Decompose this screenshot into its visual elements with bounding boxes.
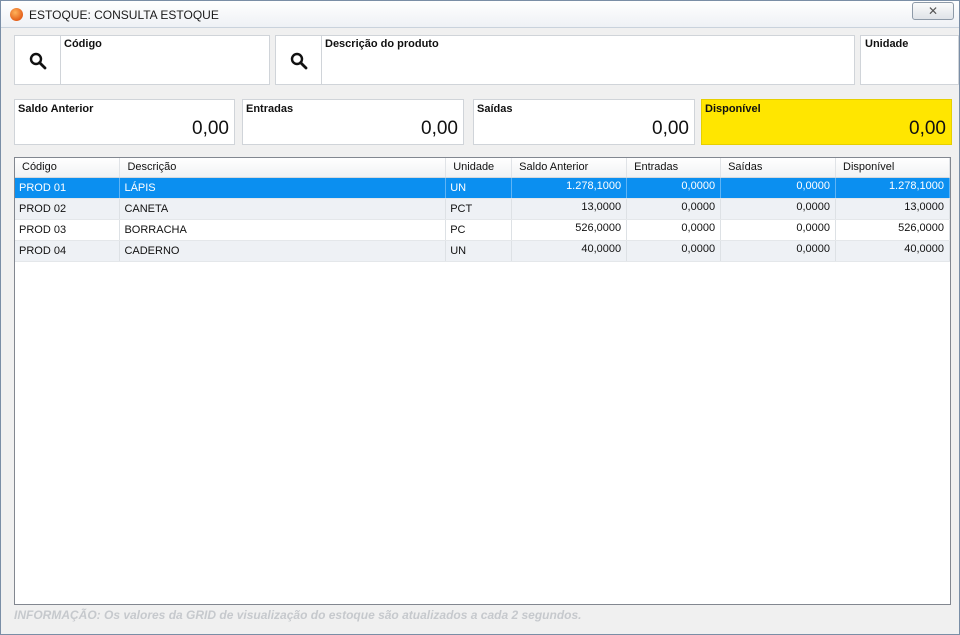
estoque-grid[interactable]: Código Descrição Unidade Saldo Anterior … <box>14 157 951 605</box>
column-header-codigo[interactable]: Código <box>15 158 121 178</box>
column-header-disponivel[interactable]: Disponível <box>835 158 950 178</box>
codigo-filter: Código <box>14 35 270 85</box>
cell-disponivel: 1.278,1000 <box>835 177 950 199</box>
close-button[interactable]: ✕ <box>912 2 954 20</box>
info-message: INFORMAÇÃO: Os valores da GRID de visual… <box>14 608 582 622</box>
cell-entradas: 0,0000 <box>626 177 722 199</box>
consulta-estoque-window: ESTOQUE: CONSULTA ESTOQUE ✕ Código Descr… <box>0 0 960 635</box>
descricao-label: Descrição do produto <box>325 38 439 50</box>
column-header-saidas[interactable]: Saídas <box>720 158 836 178</box>
unidade-input[interactable] <box>865 54 955 80</box>
entradas-summary: Entradas 0,00 <box>242 99 464 145</box>
cell-disponivel: 526,0000 <box>835 219 950 241</box>
cell-entradas: 0,0000 <box>626 219 722 241</box>
saldo-anterior-value: 0,00 <box>192 118 229 139</box>
cell-unidade: PCT <box>445 198 513 220</box>
saldo-anterior-label: Saldo Anterior <box>18 103 94 115</box>
entradas-value: 0,00 <box>421 118 458 139</box>
cell-disponivel: 40,0000 <box>835 240 950 262</box>
grid-header-row: Código Descrição Unidade Saldo Anterior … <box>15 158 950 178</box>
saidas-value: 0,00 <box>652 118 689 139</box>
cell-saldo-anterior: 1.278,1000 <box>511 177 628 199</box>
title-bar[interactable]: ESTOQUE: CONSULTA ESTOQUE ✕ <box>1 1 959 28</box>
estoque-table: Código Descrição Unidade Saldo Anterior … <box>15 158 950 262</box>
cell-descricao: CANETA <box>119 198 447 220</box>
disponivel-label: Disponível <box>705 103 761 115</box>
column-header-descricao[interactable]: Descrição <box>119 158 447 178</box>
unidade-label: Unidade <box>865 38 909 50</box>
cell-entradas: 0,0000 <box>626 198 722 220</box>
cell-codigo: PROD 04 <box>15 240 121 262</box>
cell-unidade: UN <box>445 240 513 262</box>
cell-descricao: LÁPIS <box>119 177 447 199</box>
cell-saldo-anterior: 13,0000 <box>511 198 628 220</box>
saidas-label: Saídas <box>477 103 513 115</box>
unidade-filter[interactable]: Unidade <box>860 35 959 85</box>
codigo-search-button[interactable] <box>15 36 61 84</box>
codigo-label: Código <box>64 38 102 50</box>
cell-codigo: PROD 03 <box>15 219 121 241</box>
saldo-anterior-summary: Saldo Anterior 0,00 <box>14 99 235 145</box>
window-title: ESTOQUE: CONSULTA ESTOQUE <box>29 8 219 22</box>
table-row[interactable]: PROD 02 CANETA PCT 13,0000 0,0000 0,0000… <box>15 198 950 220</box>
entradas-label: Entradas <box>246 103 294 115</box>
cell-disponivel: 13,0000 <box>835 198 950 220</box>
cell-codigo: PROD 02 <box>15 198 121 220</box>
search-icon <box>29 52 47 70</box>
close-icon: ✕ <box>927 4 939 18</box>
cell-codigo: PROD 01 <box>15 177 121 199</box>
app-icon <box>10 8 23 21</box>
cell-unidade: PC <box>445 219 513 241</box>
disponivel-value: 0,00 <box>909 118 946 139</box>
search-icon <box>290 52 308 70</box>
descricao-filter: Descrição do produto <box>275 35 855 85</box>
cell-saidas: 0,0000 <box>720 219 836 241</box>
cell-entradas: 0,0000 <box>626 240 722 262</box>
descricao-search-button[interactable] <box>276 36 322 84</box>
descricao-input[interactable] <box>325 54 845 80</box>
cell-saidas: 0,0000 <box>720 177 836 199</box>
cell-saidas: 0,0000 <box>720 198 836 220</box>
table-row[interactable]: PROD 01 LÁPIS UN 1.278,1000 0,0000 0,000… <box>15 177 950 199</box>
cell-saldo-anterior: 40,0000 <box>511 240 628 262</box>
cell-descricao: CADERNO <box>119 240 447 262</box>
disponivel-summary: Disponível 0,00 <box>701 99 952 145</box>
cell-saldo-anterior: 526,0000 <box>511 219 628 241</box>
saidas-summary: Saídas 0,00 <box>473 99 695 145</box>
codigo-input[interactable] <box>64 54 264 80</box>
column-header-unidade[interactable]: Unidade <box>445 158 513 178</box>
column-header-entradas[interactable]: Entradas <box>626 158 722 178</box>
cell-unidade: UN <box>445 177 513 199</box>
cell-saidas: 0,0000 <box>720 240 836 262</box>
column-header-saldo-anterior[interactable]: Saldo Anterior <box>511 158 628 178</box>
cell-descricao: BORRACHA <box>119 219 447 241</box>
table-row[interactable]: PROD 04 CADERNO UN 40,0000 0,0000 0,0000… <box>15 240 950 262</box>
table-row[interactable]: PROD 03 BORRACHA PC 526,0000 0,0000 0,00… <box>15 219 950 241</box>
